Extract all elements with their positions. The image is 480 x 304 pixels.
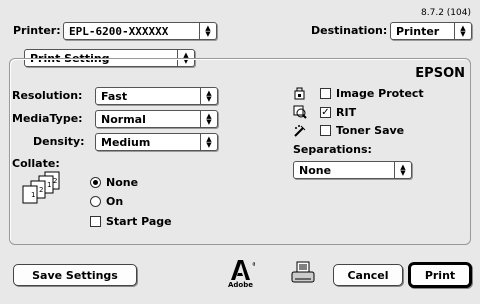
print-button[interactable]: Print xyxy=(408,262,472,288)
cancel-button[interactable]: Cancel xyxy=(333,264,403,286)
destination-value: Printer xyxy=(396,24,440,38)
separations-value: None xyxy=(299,163,332,177)
printer-value: EPL-6200-XXXXXX xyxy=(69,24,169,38)
chevron-updown-icon: ▲ ▼ xyxy=(200,111,217,127)
destination-popup[interactable]: Printer ▲ ▼ xyxy=(390,22,472,40)
svg-text:®: ® xyxy=(252,262,255,268)
start-page-label: Start Page xyxy=(106,215,172,228)
collate-none-radio[interactable] xyxy=(90,177,101,188)
start-page-checkbox[interactable] xyxy=(90,216,101,227)
resolution-popup[interactable]: Fast ▲ ▼ xyxy=(95,87,218,105)
collate-on-label: On xyxy=(106,195,124,208)
collate-pages-icon: 2 1 2 1 xyxy=(19,170,71,211)
image-protect-checkbox[interactable] xyxy=(320,88,331,99)
save-settings-button[interactable]: Save Settings xyxy=(13,264,137,286)
media-type-value: Normal xyxy=(101,112,146,126)
printer-preview-icon[interactable] xyxy=(289,259,317,290)
printer-label: Printer: xyxy=(13,24,61,37)
separations-popup[interactable]: None ▲ ▼ xyxy=(293,161,412,179)
media-type-popup[interactable]: Normal ▲ ▼ xyxy=(95,110,218,128)
collate-on-radio[interactable] xyxy=(90,196,101,207)
svg-text:1: 1 xyxy=(31,191,35,199)
version-label: 8.7.2 (104) xyxy=(421,8,471,18)
image-protect-label: Image Protect xyxy=(336,87,424,100)
rit-checkbox[interactable]: ✓ xyxy=(320,107,331,118)
image-protect-icon xyxy=(293,87,307,103)
chevron-updown-icon: ▲ ▼ xyxy=(394,162,411,178)
rit-icon xyxy=(293,105,307,122)
toner-save-icon xyxy=(293,124,307,141)
density-label: Density: xyxy=(33,135,85,148)
separations-label: Separations: xyxy=(293,143,372,156)
chevron-updown-icon: ▲ ▼ xyxy=(200,134,217,150)
svg-text:2: 2 xyxy=(39,186,43,194)
chevron-updown-icon: ▲ ▼ xyxy=(454,23,471,39)
rit-label: RIT xyxy=(336,106,357,119)
chevron-updown-icon: ▲ ▼ xyxy=(200,88,217,104)
epson-logo: EPSON xyxy=(415,66,465,81)
density-popup[interactable]: Medium ▲ ▼ xyxy=(95,133,218,151)
resolution-value: Fast xyxy=(101,89,128,103)
adobe-label: Adobe xyxy=(228,281,253,289)
toner-save-checkbox[interactable] xyxy=(320,125,331,136)
printer-popup[interactable]: EPL-6200-XXXXXX ▲ ▼ xyxy=(63,22,217,40)
chevron-updown-icon: ▲ ▼ xyxy=(199,23,216,39)
collate-none-label: None xyxy=(106,176,139,189)
media-type-label: MediaType: xyxy=(12,112,83,125)
svg-text:2: 2 xyxy=(53,177,57,185)
resolution-label: Resolution: xyxy=(12,89,83,102)
destination-label: Destination: xyxy=(311,24,388,37)
svg-text:1: 1 xyxy=(47,181,51,189)
collate-label: Collate: xyxy=(12,157,60,170)
density-value: Medium xyxy=(101,135,151,149)
toner-save-label: Toner Save xyxy=(336,124,405,137)
